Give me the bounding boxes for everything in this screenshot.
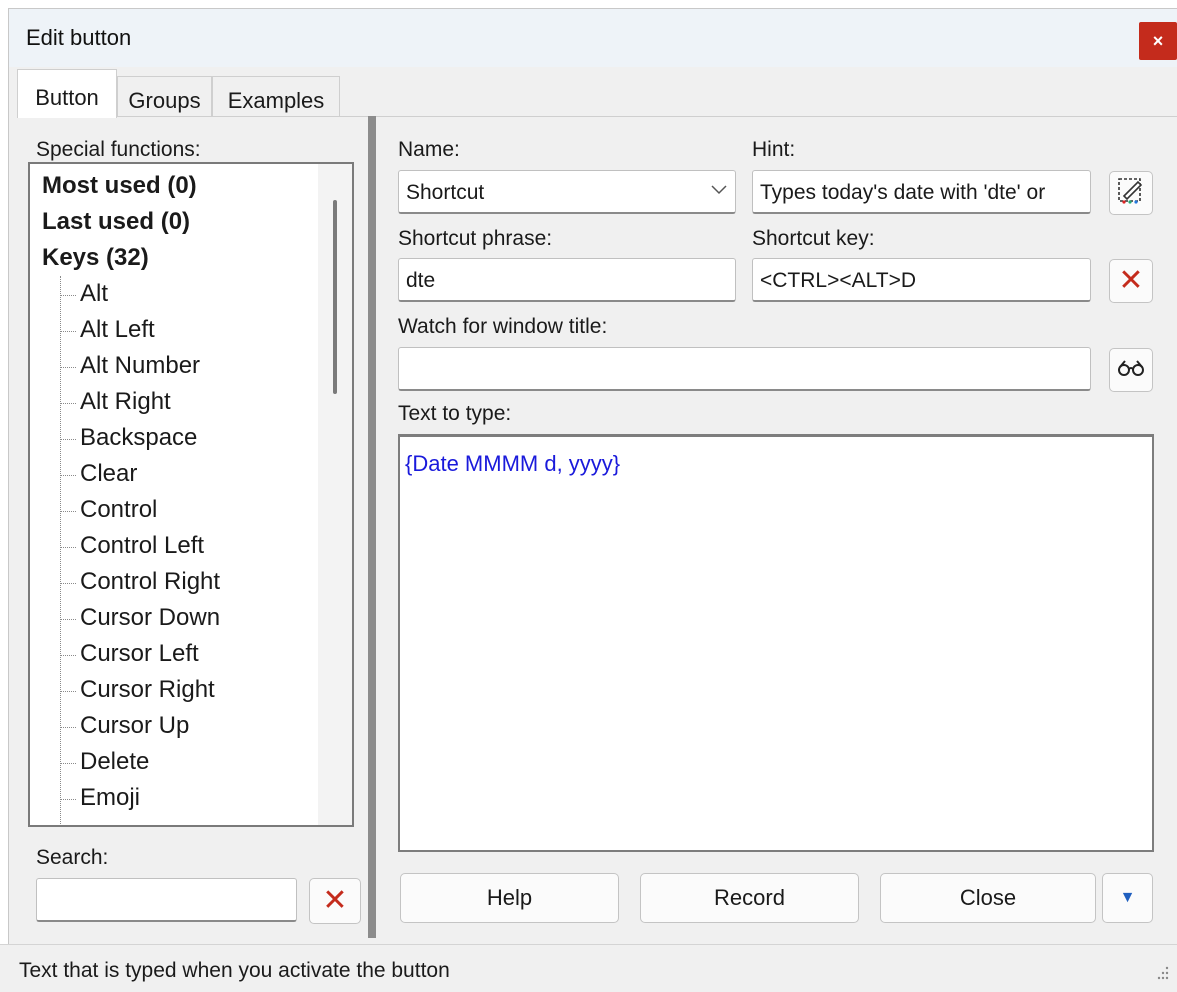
- red-x-icon: ✕: [1118, 264, 1144, 297]
- record-button[interactable]: Record: [640, 873, 859, 923]
- list-item-key[interactable]: Cursor Left: [80, 640, 199, 668]
- title-bar: Edit button ×: [9, 9, 1177, 67]
- shortcut-phrase-input[interactable]: dte: [398, 258, 736, 302]
- shortcut-key-label: Shortcut key:: [752, 227, 875, 250]
- tab-button[interactable]: Button: [17, 69, 117, 118]
- window-title: Edit button: [26, 25, 132, 50]
- list-scrollbar[interactable]: [318, 164, 352, 825]
- help-button[interactable]: Help: [400, 873, 619, 923]
- search-input[interactable]: [36, 878, 297, 922]
- tree-connector: [60, 403, 76, 404]
- tree-connector: [60, 331, 76, 332]
- chevron-down-icon[interactable]: [711, 182, 727, 200]
- panel-splitter[interactable]: [368, 116, 376, 938]
- tree-connector: [60, 763, 76, 764]
- name-combobox[interactable]: Shortcut: [398, 170, 736, 214]
- clear-shortcut-key-button[interactable]: ✕: [1109, 259, 1153, 303]
- status-text: Text that is typed when you activate the…: [19, 959, 450, 982]
- tab-groups[interactable]: Groups: [117, 76, 212, 117]
- find-window-button[interactable]: [1109, 348, 1153, 392]
- special-functions-list[interactable]: Most used (0) Last used (0) Keys (32) Al…: [28, 162, 354, 827]
- list-item-key[interactable]: Control: [80, 496, 157, 524]
- tree-connector: [60, 511, 76, 512]
- tree-connector: [60, 475, 76, 476]
- watch-window-title-label: Watch for window title:: [398, 315, 608, 338]
- hint-label: Hint:: [752, 138, 796, 161]
- tree-connector: [60, 367, 76, 368]
- list-group-most-used[interactable]: Most used (0): [42, 172, 197, 200]
- status-bar: Text that is typed when you activate the…: [0, 944, 1177, 992]
- tree-connector: [60, 583, 76, 584]
- list-group-last-used[interactable]: Last used (0): [42, 208, 190, 236]
- more-options-button[interactable]: ▼: [1102, 873, 1153, 923]
- text-to-type-editor[interactable]: {Date MMMM d, yyyy}: [398, 434, 1154, 852]
- red-x-icon: ✕: [322, 884, 348, 917]
- tree-connector: [60, 727, 76, 728]
- edit-hint-icon: [1116, 176, 1146, 211]
- tree-connector: [60, 655, 76, 656]
- name-value: Shortcut: [406, 181, 485, 204]
- special-functions-label: Special functions:: [36, 138, 201, 161]
- list-item-key[interactable]: Alt: [80, 280, 108, 308]
- tree-connector: [60, 799, 76, 800]
- list-group-keys[interactable]: Keys (32): [42, 244, 149, 272]
- list-item-key[interactable]: Alt Number: [80, 352, 200, 380]
- watch-window-title-input[interactable]: [398, 347, 1091, 391]
- list-item-key[interactable]: Delete: [80, 748, 149, 776]
- text-to-type-value: {Date MMMM d, yyyy}: [405, 451, 621, 476]
- list-item-key[interactable]: Alt Left: [80, 316, 155, 344]
- tree-connector: [60, 619, 76, 620]
- tree-connector: [60, 295, 76, 296]
- tree-connector: [60, 439, 76, 440]
- list-item-key[interactable]: Control Right: [80, 568, 220, 596]
- edit-hint-button[interactable]: [1109, 171, 1153, 215]
- list-item-key[interactable]: Clear: [80, 460, 137, 488]
- clear-search-button[interactable]: ✕: [309, 878, 361, 924]
- shortcut-key-input[interactable]: <CTRL><ALT>D: [752, 258, 1091, 302]
- list-item-key[interactable]: Backspace: [80, 424, 197, 452]
- list-item-key[interactable]: Emoji: [80, 784, 140, 812]
- list-item-key[interactable]: Alt Right: [80, 388, 171, 416]
- scrollbar-thumb[interactable]: [333, 200, 337, 394]
- tree-connector: [60, 547, 76, 548]
- list-item-key[interactable]: Cursor Right: [80, 676, 215, 704]
- shortcut-phrase-label: Shortcut phrase:: [398, 227, 553, 250]
- text-to-type-label: Text to type:: [398, 402, 512, 425]
- list-item-key[interactable]: Cursor Down: [80, 604, 220, 632]
- search-label: Search:: [36, 846, 109, 869]
- tree-connector: [60, 691, 76, 692]
- close-button[interactable]: Close: [880, 873, 1096, 923]
- hint-input[interactable]: Types today's date with 'dte' or: [752, 170, 1091, 214]
- name-label: Name:: [398, 138, 460, 161]
- triangle-down-icon: ▼: [1119, 889, 1136, 906]
- resize-grip-icon[interactable]: [1152, 963, 1170, 981]
- window-close-button[interactable]: ×: [1139, 22, 1177, 60]
- tab-examples[interactable]: Examples: [212, 76, 340, 117]
- list-item-key[interactable]: Cursor Up: [80, 712, 189, 740]
- tree-line: [60, 276, 61, 825]
- list-item-key[interactable]: Control Left: [80, 532, 204, 560]
- glasses-icon: [1117, 359, 1145, 382]
